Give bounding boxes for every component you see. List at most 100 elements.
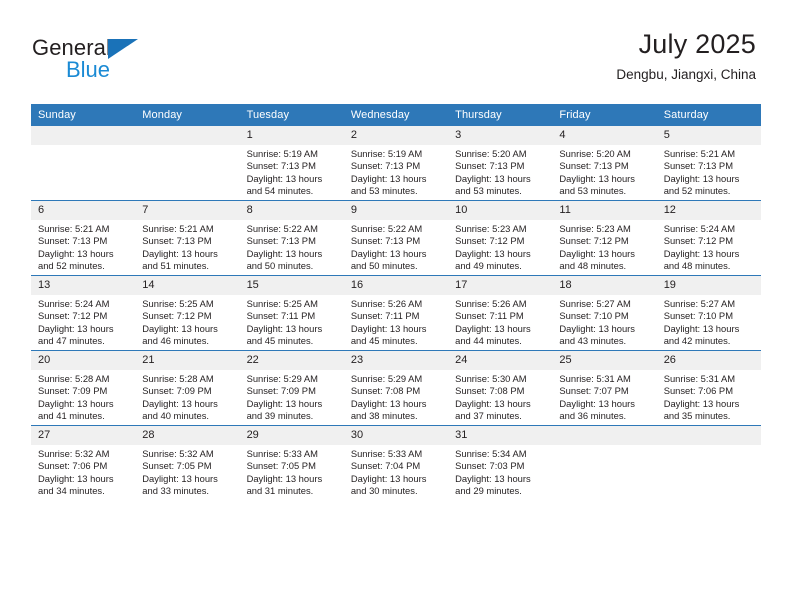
day-details: Sunrise: 5:24 AM Sunset: 7:12 PM Daylight:… — [31, 295, 135, 348]
sunrise-text: Sunrise: 5:26 AM — [350, 298, 423, 309]
calendar-day-cell[interactable]: 6 Sunrise: 5:21 AM Sunset: 7:13 PM Daylight… — [31, 200, 136, 276]
calendar-day-cell[interactable]: 16 Sunrise: 5:26 AM Sunset: 7:11 PM Dayligh… — [343, 275, 449, 351]
day-number: 19 — [656, 276, 761, 295]
calendar-day-cell[interactable]: 20 Sunrise: 5:28 AM Sunset: 7:09 PM Dayligh… — [31, 350, 136, 426]
sunset-text: Sunset: 7:09 PM — [38, 385, 108, 397]
calendar-day-cell[interactable]: 12 Sunrise: 5:24 AM Sunset: 7:12 PM Dayligh… — [656, 200, 761, 276]
day-number: 23 — [343, 351, 449, 370]
calendar-day-cell[interactable]: 21 Sunrise: 5:28 AM Sunset: 7:09 PM Dayligh… — [135, 350, 240, 426]
weekday-header-row: Sunday Monday Tuesday Wednesday Thursday… — [31, 104, 761, 126]
daylight-text-line2: and 45 minutes. — [350, 335, 418, 347]
calendar-week-row: 13 Sunrise: 5:24 AM Sunset: 7:12 PM Dayligh… — [31, 275, 761, 351]
calendar-day-cell[interactable]: 19 Sunrise: 5:27 AM Sunset: 7:10 PM Dayligh… — [656, 275, 761, 351]
sunrise-text: Sunrise: 5:19 AM — [246, 148, 318, 159]
sunset-text: Sunset: 7:13 PM — [350, 235, 421, 247]
daylight-text-line1: Daylight: 13 hours — [350, 322, 427, 334]
sunset-text: Sunset: 7:11 PM — [246, 310, 316, 322]
sunrise-text: Sunrise: 5:30 AM — [455, 373, 527, 384]
sunrise-text: Sunrise: 5:25 AM — [246, 298, 318, 309]
sunrise-text: Sunrise: 5:33 AM — [246, 448, 318, 459]
page-subtitle: Dengbu, Jiangxi, China — [616, 67, 756, 82]
sunrise-text: Sunrise: 5:32 AM — [142, 448, 214, 459]
daylight-text-line2: and 46 minutes. — [142, 335, 209, 347]
day-number: 11 — [552, 201, 657, 220]
day-details: Sunrise: 5:21 AM Sunset: 7:13 PM Daylight:… — [31, 220, 135, 273]
daylight-text-line2: and 53 minutes. — [350, 185, 418, 197]
day-details: Sunrise: 5:27 AM Sunset: 7:10 PM Daylight:… — [552, 295, 656, 348]
calendar-day-cell[interactable]: 31 Sunrise: 5:34 AM Sunset: 7:03 PM Dayligh… — [448, 425, 553, 500]
calendar-day-cell[interactable]: 15 Sunrise: 5:25 AM Sunset: 7:11 PM Dayligh… — [239, 275, 344, 351]
daylight-text-line2: and 51 minutes. — [142, 260, 209, 272]
day-number: 16 — [343, 276, 449, 295]
calendar-day-cell[interactable]: 27 Sunrise: 5:32 AM Sunset: 7:06 PM Dayligh… — [31, 425, 136, 500]
calendar-day-cell[interactable]: 8 Sunrise: 5:22 AM Sunset: 7:13 PM Daylight… — [239, 200, 344, 276]
day-details: Sunrise: 5:25 AM Sunset: 7:11 PM Daylight:… — [240, 295, 344, 348]
calendar-day-cell[interactable]: 1 Sunrise: 5:19 AM Sunset: 7:13 PM Daylight… — [239, 126, 344, 201]
calendar-table: Sunday Monday Tuesday Wednesday Thursday… — [31, 104, 761, 500]
day-details: Sunrise: 5:29 AM Sunset: 7:08 PM Daylight:… — [344, 370, 448, 423]
day-details: Sunrise: 5:22 AM Sunset: 7:13 PM Daylight:… — [240, 220, 344, 273]
sunset-text: Sunset: 7:13 PM — [663, 160, 733, 172]
day-number: 28 — [135, 426, 240, 445]
day-number: 8 — [239, 201, 344, 220]
calendar-day-cell[interactable]: 3 Sunrise: 5:20 AM Sunset: 7:13 PM Daylight… — [448, 126, 553, 201]
day-number: 13 — [31, 276, 136, 295]
calendar-day-cell[interactable]: 29 Sunrise: 5:33 AM Sunset: 7:05 PM Dayligh… — [239, 425, 344, 500]
calendar-day-cell[interactable]: 26 Sunrise: 5:31 AM Sunset: 7:06 PM Dayligh… — [656, 350, 761, 426]
calendar-day-cell[interactable]: 9 Sunrise: 5:22 AM Sunset: 7:13 PM Daylight… — [343, 200, 449, 276]
day-number: 10 — [448, 201, 553, 220]
daylight-text-line1: Daylight: 13 hours — [455, 172, 531, 184]
calendar-day-cell-empty — [135, 126, 240, 201]
daylight-text-line2: and 41 minutes. — [38, 410, 105, 422]
calendar-day-cell[interactable]: 28 Sunrise: 5:32 AM Sunset: 7:05 PM Dayligh… — [135, 425, 240, 500]
sunrise-text: Sunrise: 5:21 AM — [663, 148, 736, 159]
calendar-week-row: 1 Sunrise: 5:19 AM Sunset: 7:13 PM Daylight… — [31, 126, 761, 201]
daylight-text-line1: Daylight: 13 hours — [38, 322, 114, 334]
day-number: 3 — [448, 126, 553, 145]
daylight-text-line2: and 48 minutes. — [559, 260, 627, 272]
daylight-text-line2: and 40 minutes. — [142, 410, 209, 422]
day-details: Sunrise: 5:23 AM Sunset: 7:12 PM Daylight:… — [448, 220, 552, 273]
calendar-day-cell[interactable]: 10 Sunrise: 5:23 AM Sunset: 7:12 PM Dayligh… — [448, 200, 553, 276]
calendar-day-cell[interactable]: 18 Sunrise: 5:27 AM Sunset: 7:10 PM Dayligh… — [552, 275, 657, 351]
calendar-day-cell[interactable]: 23 Sunrise: 5:29 AM Sunset: 7:08 PM Dayligh… — [343, 350, 449, 426]
daylight-text-line1: Daylight: 13 hours — [663, 172, 740, 184]
sunset-text: Sunset: 7:08 PM — [455, 385, 525, 397]
day-details: Sunrise: 5:21 AM Sunset: 7:13 PM Daylight:… — [657, 145, 761, 198]
sunrise-text: Sunrise: 5:31 AM — [559, 373, 631, 384]
daylight-text-line1: Daylight: 13 hours — [246, 247, 323, 259]
calendar-day-cell[interactable]: 30 Sunrise: 5:33 AM Sunset: 7:04 PM Dayligh… — [343, 425, 449, 500]
general-blue-logo[interactable]: General Blue — [32, 36, 162, 84]
calendar-day-cell[interactable]: 7 Sunrise: 5:21 AM Sunset: 7:13 PM Daylight… — [135, 200, 240, 276]
daylight-text-line2: and 45 minutes. — [246, 335, 314, 347]
sunrise-text: Sunrise: 5:33 AM — [350, 448, 423, 459]
calendar-week-row: 20 Sunrise: 5:28 AM Sunset: 7:09 PM Dayligh… — [31, 350, 761, 426]
daylight-text-line2: and 42 minutes. — [663, 335, 731, 347]
calendar-day-cell[interactable]: 14 Sunrise: 5:25 AM Sunset: 7:12 PM Dayligh… — [135, 275, 240, 351]
sunset-text: Sunset: 7:13 PM — [455, 160, 525, 172]
sunset-text: Sunset: 7:11 PM — [350, 310, 420, 322]
daylight-text-line1: Daylight: 13 hours — [350, 247, 427, 259]
sunset-text: Sunset: 7:13 PM — [350, 160, 421, 172]
daylight-text-line2: and 49 minutes. — [455, 260, 522, 272]
calendar-day-cell[interactable]: 22 Sunrise: 5:29 AM Sunset: 7:09 PM Dayligh… — [239, 350, 344, 426]
sunset-text: Sunset: 7:05 PM — [142, 460, 212, 472]
sunset-text: Sunset: 7:13 PM — [246, 235, 316, 247]
day-number: 24 — [448, 351, 553, 370]
calendar-day-cell[interactable]: 25 Sunrise: 5:31 AM Sunset: 7:07 PM Dayligh… — [552, 350, 657, 426]
sunrise-text: Sunrise: 5:24 AM — [38, 298, 110, 309]
calendar-day-cell[interactable]: 11 Sunrise: 5:23 AM Sunset: 7:12 PM Dayligh… — [552, 200, 657, 276]
calendar-day-cell[interactable]: 4 Sunrise: 5:20 AM Sunset: 7:13 PM Daylight… — [552, 126, 657, 201]
calendar-day-cell[interactable]: 13 Sunrise: 5:24 AM Sunset: 7:12 PM Dayligh… — [31, 275, 136, 351]
calendar-day-cell[interactable]: 5 Sunrise: 5:21 AM Sunset: 7:13 PM Daylight… — [656, 126, 761, 201]
daylight-text-line1: Daylight: 13 hours — [455, 472, 531, 484]
daylight-text-line1: Daylight: 13 hours — [350, 397, 427, 409]
sunset-text: Sunset: 7:10 PM — [559, 310, 629, 322]
daylight-text-line1: Daylight: 13 hours — [350, 472, 427, 484]
calendar-day-cell[interactable]: 24 Sunrise: 5:30 AM Sunset: 7:08 PM Dayligh… — [448, 350, 553, 426]
day-details: Sunrise: 5:21 AM Sunset: 7:13 PM Daylight:… — [135, 220, 239, 273]
calendar-day-cell[interactable]: 17 Sunrise: 5:26 AM Sunset: 7:11 PM Dayligh… — [448, 275, 553, 351]
daylight-text-line2: and 53 minutes. — [455, 185, 522, 197]
daylight-text-line1: Daylight: 13 hours — [142, 397, 218, 409]
calendar-day-cell[interactable]: 2 Sunrise: 5:19 AM Sunset: 7:13 PM Daylight… — [343, 126, 449, 201]
